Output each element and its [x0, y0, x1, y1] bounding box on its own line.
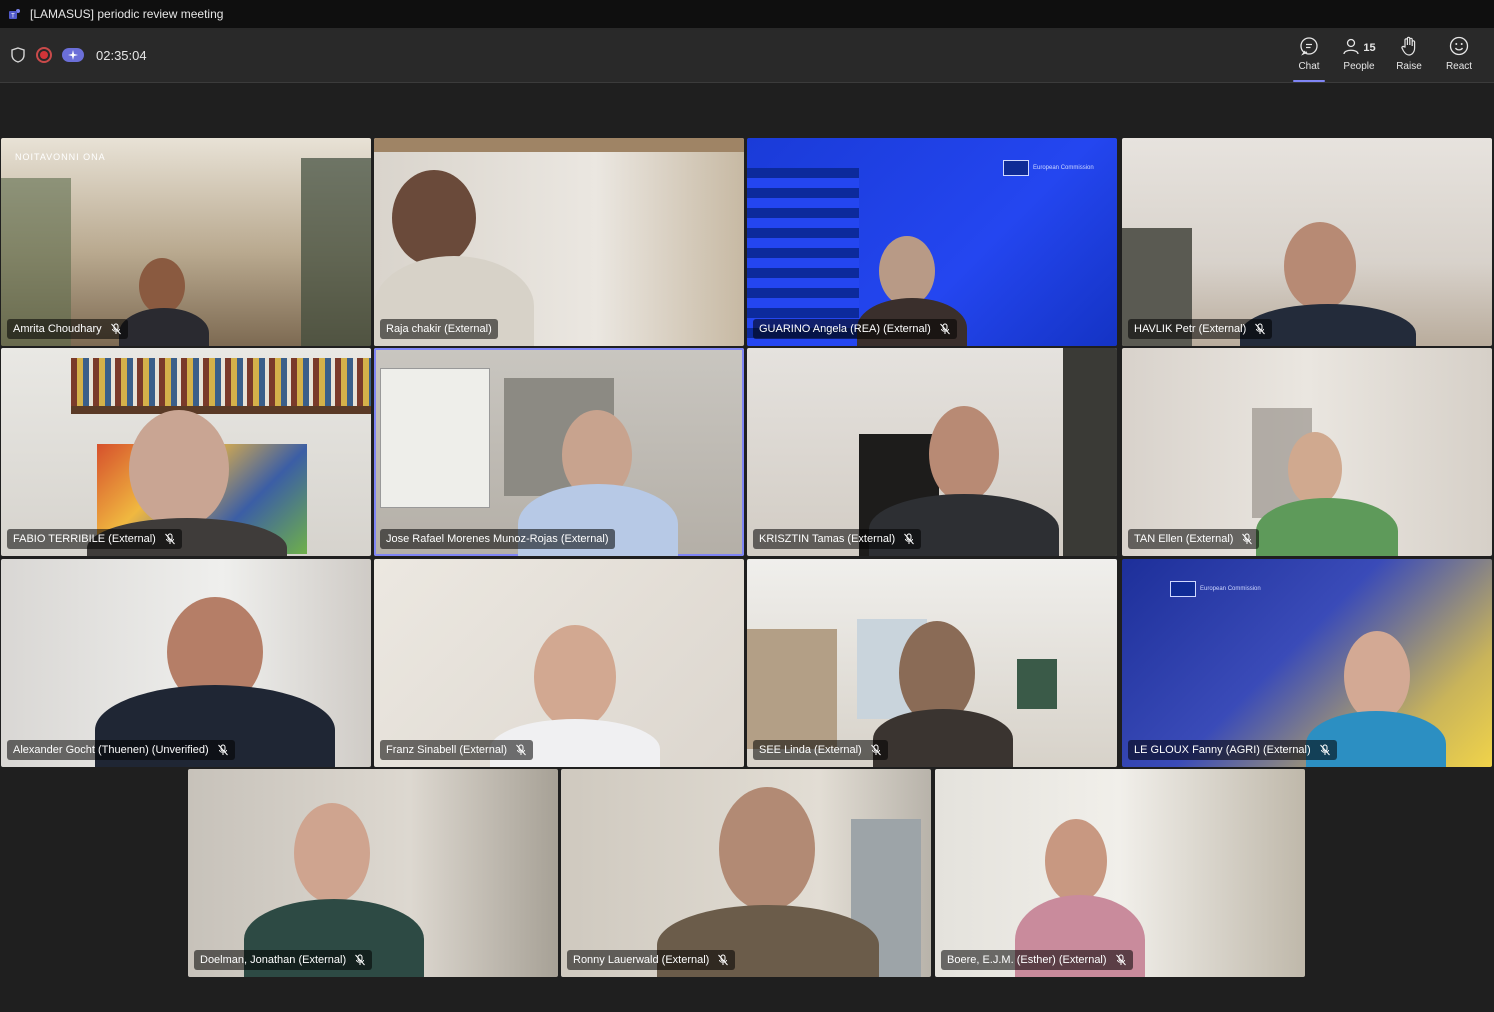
participant-nameplate: LE GLOUX Fanny (AGRI) (External)	[1128, 740, 1337, 760]
raise-hand-icon	[1400, 36, 1418, 61]
participant-tile[interactable]: Ronny Lauerwald (External)	[561, 769, 931, 977]
window-title: [LAMASUS] periodic review meeting	[30, 7, 224, 21]
mic-off-icon	[939, 323, 951, 335]
participant-name: Amrita Choudhary	[13, 323, 102, 335]
participant-tile[interactable]: Raja chakir (External)	[374, 138, 744, 346]
participant-nameplate: Amrita Choudhary	[7, 319, 128, 339]
brand-logo: NOITAVONNI ONA	[15, 152, 106, 162]
chat-icon	[1299, 36, 1319, 61]
mic-off-icon	[1319, 744, 1331, 756]
mic-off-icon	[354, 954, 366, 966]
participant-tile[interactable]: FABIO TERRIBILE (External)	[1, 348, 371, 556]
participant-name: HAVLIK Petr (External)	[1134, 323, 1247, 335]
participant-name: Jose Rafael Morenes Munoz-Rojas (Externa…	[386, 533, 609, 545]
participant-tile[interactable]: European Commission LE GLOUX Fanny (AGRI…	[1122, 559, 1492, 767]
people-icon	[1342, 37, 1360, 60]
participant-nameplate: Boere, E.J.M. (Esther) (External)	[941, 950, 1133, 970]
people-button[interactable]: 15 People	[1334, 28, 1384, 82]
participant-tile[interactable]: Doelman, Jonathan (External)	[188, 769, 558, 977]
participant-nameplate: HAVLIK Petr (External)	[1128, 319, 1273, 339]
participant-name: TAN Ellen (External)	[1134, 533, 1234, 545]
participant-tile[interactable]: Franz Sinabell (External)	[374, 559, 744, 767]
participant-tile-speaking[interactable]: Jose Rafael Morenes Munoz-Rojas (Externa…	[374, 348, 744, 556]
participant-name: Boere, E.J.M. (Esther) (External)	[947, 954, 1107, 966]
participant-name: Ronny Lauerwald (External)	[573, 954, 710, 966]
participant-nameplate: GUARINO Angela (REA) (External)	[753, 319, 957, 339]
mic-off-icon	[515, 744, 527, 756]
participant-name: Raja chakir (External)	[386, 323, 492, 335]
participant-name: Franz Sinabell (External)	[386, 744, 508, 756]
chat-button[interactable]: Chat	[1284, 28, 1334, 82]
european-commission-logo: European Commission	[1170, 581, 1261, 597]
react-icon	[1449, 36, 1469, 61]
european-commission-logo: European Commission	[1003, 160, 1094, 176]
participant-count: 15	[1363, 42, 1376, 54]
participant-tile[interactable]: Alexander Gocht (Thuenen) (Unverified)	[1, 559, 371, 767]
participant-nameplate: Franz Sinabell (External)	[380, 740, 534, 760]
chat-label: Chat	[1298, 61, 1320, 72]
participant-name: LE GLOUX Fanny (AGRI) (External)	[1134, 744, 1311, 756]
copilot-icon[interactable]	[62, 48, 84, 62]
participant-tile[interactable]: HAVLIK Petr (External)	[1122, 138, 1492, 346]
participant-tile[interactable]: NOITAVONNI ONA Amrita Choudhary	[1, 138, 371, 346]
participant-nameplate: Alexander Gocht (Thuenen) (Unverified)	[7, 740, 235, 760]
participant-name: Alexander Gocht (Thuenen) (Unverified)	[13, 744, 209, 756]
mic-off-icon	[1254, 323, 1266, 335]
participant-tile[interactable]: Boere, E.J.M. (Esther) (External)	[935, 769, 1305, 977]
participant-nameplate: Jose Rafael Morenes Munoz-Rojas (Externa…	[380, 529, 615, 549]
react-button[interactable]: React	[1434, 28, 1484, 82]
participant-nameplate: Raja chakir (External)	[380, 319, 498, 339]
raise-label: Raise	[1396, 61, 1422, 72]
shield-icon[interactable]	[10, 47, 26, 63]
people-label: People	[1343, 61, 1375, 72]
participant-nameplate: SEE Linda (External)	[753, 740, 888, 760]
participant-name: SEE Linda (External)	[759, 744, 862, 756]
mic-off-icon	[164, 533, 176, 545]
mic-off-icon	[1115, 954, 1127, 966]
participant-tile[interactable]: KRISZTIN Tamas (External)	[747, 348, 1117, 556]
raise-hand-button[interactable]: Raise	[1384, 28, 1434, 82]
react-label: React	[1445, 61, 1473, 72]
participant-name: Doelman, Jonathan (External)	[200, 954, 347, 966]
participant-tile[interactable]: TAN Ellen (External)	[1122, 348, 1492, 556]
mic-off-icon	[870, 744, 882, 756]
participant-name: KRISZTIN Tamas (External)	[759, 533, 896, 545]
mic-off-icon	[903, 533, 915, 545]
participant-nameplate: Ronny Lauerwald (External)	[567, 950, 736, 970]
participant-nameplate: KRISZTIN Tamas (External)	[753, 529, 922, 549]
svg-text:T: T	[11, 14, 15, 20]
participant-tile[interactable]: European Commission GUARINO Angela (REA)…	[747, 138, 1117, 346]
mic-off-icon	[717, 954, 729, 966]
participant-nameplate: FABIO TERRIBILE (External)	[7, 529, 182, 549]
participant-name: FABIO TERRIBILE (External)	[13, 533, 156, 545]
meeting-timer: 02:35:04	[96, 47, 147, 63]
mic-off-icon	[217, 744, 229, 756]
participant-nameplate: TAN Ellen (External)	[1128, 529, 1260, 549]
participant-nameplate: Doelman, Jonathan (External)	[194, 950, 373, 970]
mic-off-icon	[110, 323, 122, 335]
teams-icon: T	[8, 7, 22, 21]
title-bar: T [LAMASUS] periodic review meeting	[0, 0, 1494, 28]
participant-tile[interactable]: SEE Linda (External)	[747, 559, 1117, 767]
recording-icon	[36, 47, 52, 63]
meeting-toolbar: 02:35:04 Chat 15 People Raise React	[0, 28, 1494, 83]
participant-name: GUARINO Angela (REA) (External)	[759, 323, 931, 335]
mic-off-icon	[1241, 533, 1253, 545]
